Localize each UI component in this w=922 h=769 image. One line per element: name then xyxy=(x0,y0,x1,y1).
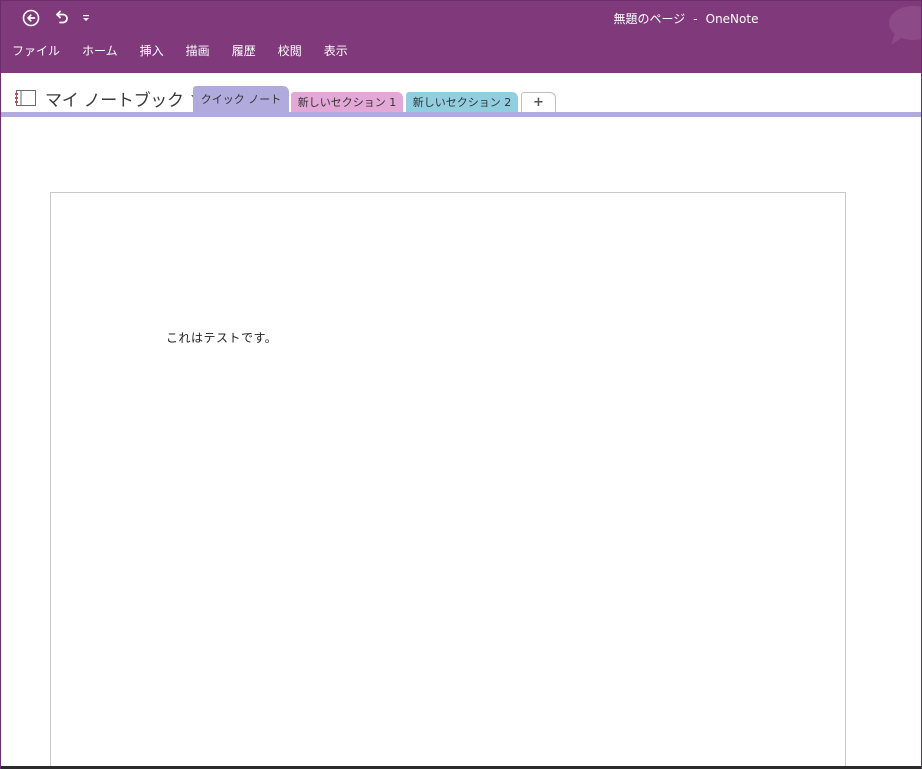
section-tab-new-section-1[interactable]: 新しいセクション 1 xyxy=(291,92,403,112)
section-tab-quick-notes[interactable]: クイック ノート xyxy=(193,86,289,112)
section-tab-new-section-2[interactable]: 新しいセクション 2 xyxy=(406,92,518,112)
decorative-bubble-icon xyxy=(881,1,921,51)
title-separator: - xyxy=(693,12,698,26)
app-name: OneNote xyxy=(705,12,759,26)
notebook-name: マイ ノートブック xyxy=(45,90,184,111)
customize-qat-icon xyxy=(83,15,89,21)
tab-home[interactable]: ホーム xyxy=(71,40,129,62)
note-body-text[interactable]: これはテストです。 xyxy=(166,329,277,346)
title-bar: 無題のページ - OneNote ファイル ホーム 挿入 描画 履歴 校閲 表示 xyxy=(1,1,921,73)
customize-qat-button[interactable] xyxy=(79,8,93,28)
section-tab-label: クイック ノート xyxy=(200,93,282,106)
ribbon-tab-row: ファイル ホーム 挿入 描画 履歴 校閲 表示 xyxy=(1,40,359,62)
window-title: 無題のページ - OneNote xyxy=(561,10,811,27)
tab-draw[interactable]: 描画 xyxy=(175,40,221,62)
tab-review[interactable]: 校閲 xyxy=(267,40,313,62)
notebook-picker[interactable]: マイ ノートブック xyxy=(15,86,201,111)
page-canvas: これはテストです。 xyxy=(1,117,921,769)
notebook-icon xyxy=(15,90,36,106)
section-tab-label: 新しいセクション 2 xyxy=(412,96,512,109)
onenote-window: 無題のページ-OneNote ファイル ホーム 挿入 描画 履歴 校閲 表示 xyxy=(0,0,922,769)
tab-history[interactable]: 履歴 xyxy=(221,40,267,62)
note-page[interactable]: これはテストです。 xyxy=(50,192,846,769)
undo-button[interactable] xyxy=(51,8,71,28)
tab-view[interactable]: 表示 xyxy=(313,40,359,62)
tab-insert[interactable]: 挿入 xyxy=(129,40,175,62)
section-bar: マイ ノートブック クイック ノート 新しいセクション 1 新しいセクション 2… xyxy=(1,73,921,112)
back-circle-arrow-icon xyxy=(22,9,40,27)
page-title: 無題のページ xyxy=(613,12,686,26)
section-tab-label: 新しいセクション 1 xyxy=(297,96,397,109)
quick-access-toolbar xyxy=(21,8,93,28)
tab-file[interactable]: ファイル xyxy=(1,40,71,62)
undo-arrow-icon xyxy=(56,10,68,24)
plus-icon: + xyxy=(533,95,544,110)
back-button[interactable] xyxy=(21,8,41,28)
add-section-button[interactable]: + xyxy=(521,92,556,112)
